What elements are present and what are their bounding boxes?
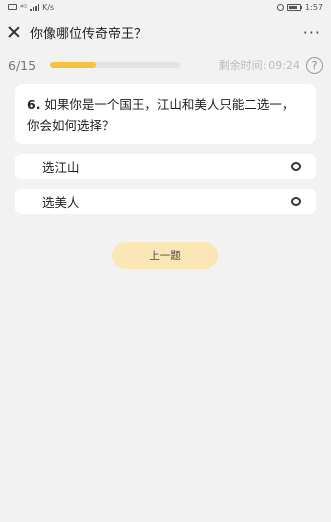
radio-icon[interactable] xyxy=(291,197,301,206)
timer-value: 09:24 xyxy=(268,58,300,72)
question-counter: 6/15 xyxy=(8,57,37,73)
status-left: ⁴ᴳ K/s xyxy=(8,3,54,12)
notification-icon xyxy=(8,4,17,10)
option-label: 选江山 xyxy=(42,160,80,175)
help-icon[interactable]: ? xyxy=(306,56,323,74)
battery-icon xyxy=(286,3,303,11)
question-text: 如果你是一个国王，江山和美人只能二选一，你会如何选择？ xyxy=(27,97,295,133)
status-right: 1:57 xyxy=(276,2,323,12)
network-speed: K/s xyxy=(42,2,55,12)
previous-question-label: 上一题 xyxy=(149,250,181,262)
top-bar: 你像哪位传奇帝王？ ··· xyxy=(0,14,331,50)
alarm-icon xyxy=(276,3,284,11)
signal-icon xyxy=(30,3,40,11)
clock: 1:57 xyxy=(305,2,323,12)
radio-icon[interactable] xyxy=(291,162,301,171)
option-choose-kingdom[interactable]: 选江山 xyxy=(15,154,316,179)
timer-label: 剩余时间: xyxy=(218,59,267,72)
option-label: 选美人 xyxy=(42,195,80,210)
question-number: 6. xyxy=(27,97,41,112)
close-icon[interactable] xyxy=(6,24,22,40)
network-type: ⁴ᴳ xyxy=(20,2,28,12)
status-bar: ⁴ᴳ K/s 1:57 xyxy=(0,0,331,14)
previous-question-button[interactable]: 上一题 xyxy=(112,242,218,269)
option-choose-beauty[interactable]: 选美人 xyxy=(15,189,316,214)
progress-bar xyxy=(50,62,180,68)
page-title: 你像哪位传奇帝王？ xyxy=(30,26,148,42)
progress-fill xyxy=(50,62,96,68)
progress-row: 6/15 剩余时间: 09:24 ? xyxy=(0,50,331,80)
countdown-timer: 剩余时间: 09:24 xyxy=(219,57,300,73)
more-options-icon[interactable]: ··· xyxy=(303,23,325,42)
question-card: 6. 如果你是一个国王，江山和美人只能二选一，你会如何选择？ xyxy=(15,84,316,144)
